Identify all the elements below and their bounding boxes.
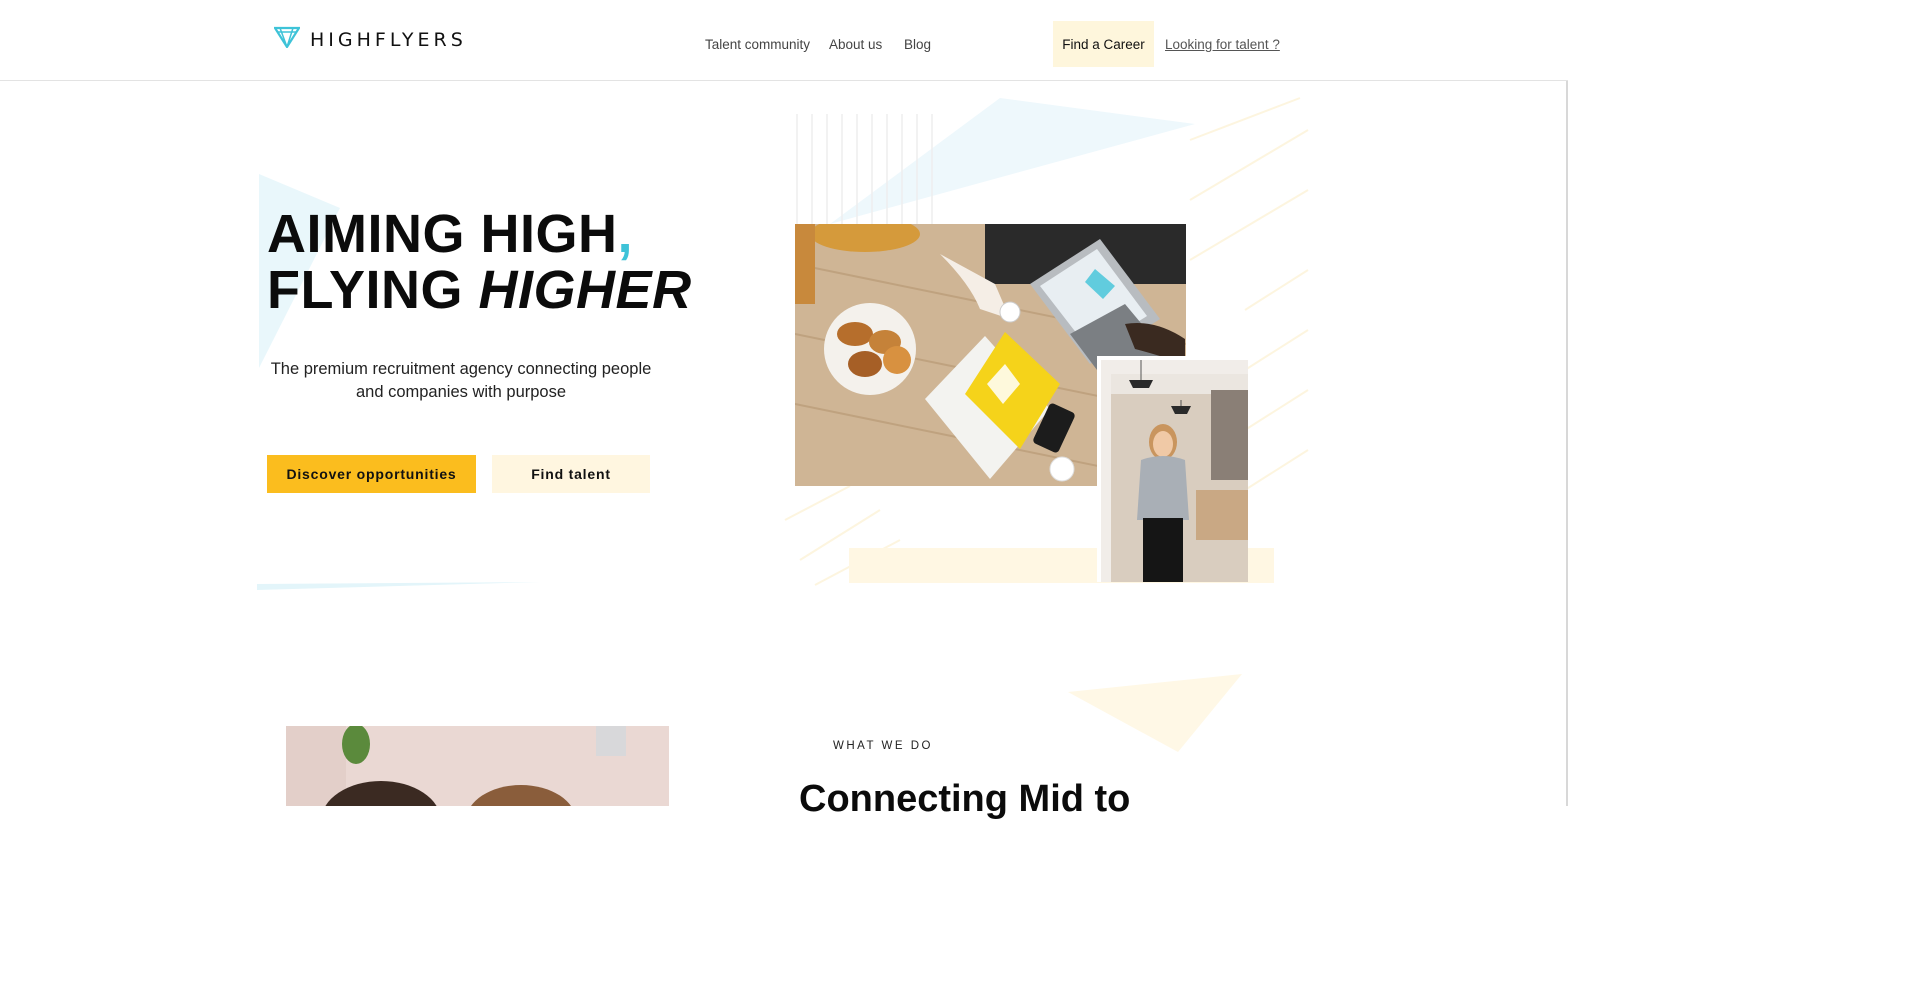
- hero-portrait-photo: [1097, 356, 1248, 582]
- headline-line2b: HIGHER: [478, 260, 692, 320]
- section-team-photo: [286, 726, 669, 806]
- hero-subtitle: The premium recruitment agency connectin…: [270, 360, 652, 401]
- section-eyebrow: WHAT WE DO: [833, 740, 933, 752]
- find-talent-button[interactable]: Find talent: [492, 455, 650, 493]
- background-decoration: [257, 97, 1309, 752]
- site-header: HIGHFLYERS Talent community About us Blo…: [0, 0, 1568, 81]
- diamond-logo-icon: [273, 26, 301, 53]
- page-scrollbar[interactable]: [1566, 0, 1568, 806]
- nav-blog[interactable]: Blog: [904, 37, 931, 52]
- section-title: Connecting Mid to: [799, 778, 1131, 820]
- find-career-button[interactable]: Find a Career: [1053, 21, 1154, 67]
- nav-about-us[interactable]: About us: [829, 37, 882, 52]
- hero-headline: AIMING HIGH, FLYING HIGHER: [267, 206, 692, 318]
- looking-for-talent-link[interactable]: Looking for talent ?: [1165, 37, 1280, 52]
- headline-line1: AIMING HIGH: [267, 204, 618, 264]
- headline-line2a: FLYING: [267, 260, 479, 320]
- nav-talent-community[interactable]: Talent community: [705, 37, 810, 52]
- headline-comma: ,: [617, 204, 634, 264]
- logo[interactable]: HIGHFLYERS: [273, 26, 467, 53]
- logo-text: HIGHFLYERS: [310, 28, 467, 51]
- discover-opportunities-button[interactable]: Discover opportunities: [267, 455, 476, 493]
